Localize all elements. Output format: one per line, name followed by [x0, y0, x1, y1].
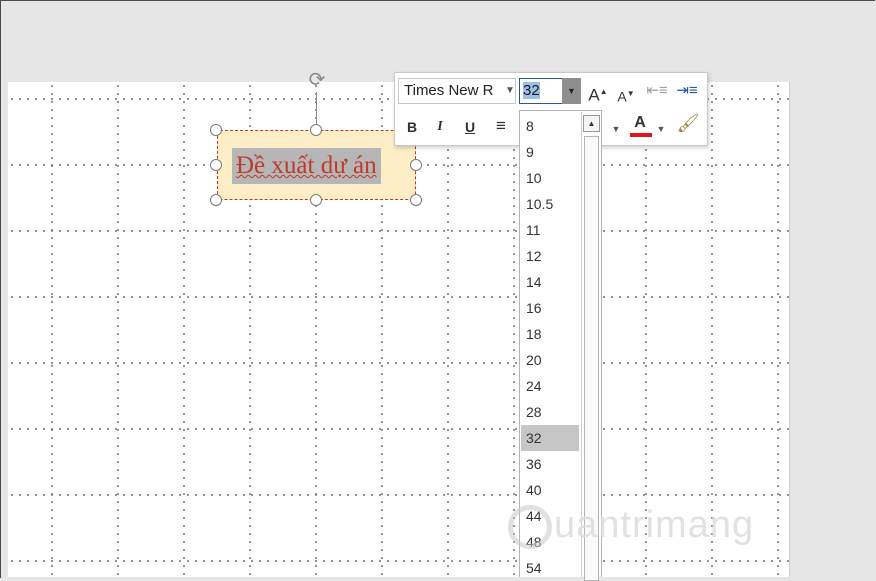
rotate-handle-icon[interactable]: ⟳ [306, 68, 328, 90]
font-size-option[interactable]: 11 [521, 217, 579, 243]
grow-font-button[interactable]: A▲ [588, 82, 608, 106]
scroll-up-arrow-icon[interactable]: ▲ [583, 115, 600, 132]
font-name-combobox[interactable]: Times New R [398, 78, 516, 104]
increase-indent-icon[interactable]: ⇥≡ [675, 81, 699, 101]
highlight-dropdown-icon[interactable]: ▼ [611, 119, 621, 139]
resize-handle-left[interactable] [210, 159, 222, 171]
format-painter-icon[interactable]: 🖌 [676, 113, 700, 133]
font-size-option[interactable]: 18 [521, 321, 579, 347]
font-size-option[interactable]: 36 [521, 451, 579, 477]
font-color-dropdown-icon[interactable]: ▼ [656, 119, 666, 139]
font-size-option[interactable]: 44 [521, 503, 579, 529]
font-size-input[interactable]: 32 [519, 78, 563, 104]
resize-handle-top[interactable] [310, 124, 322, 136]
font-size-option[interactable]: 9 [521, 139, 579, 165]
shrink-font-icon: A [617, 88, 627, 105]
font-size-option[interactable]: 24 [521, 373, 579, 399]
font-color-swatch [630, 133, 652, 137]
resize-handle-bottom-left[interactable] [210, 194, 222, 206]
text-box-content[interactable]: Đề xuất dự án [232, 148, 381, 184]
font-size-option[interactable]: 48 [521, 529, 579, 555]
font-size-option[interactable]: 54 [521, 555, 579, 577]
font-size-option[interactable]: 8 [521, 113, 579, 139]
font-size-dropdown-button[interactable]: ▼ [562, 78, 581, 104]
font-size-option[interactable]: 32 [521, 425, 579, 451]
resize-handle-top-left[interactable] [210, 124, 222, 136]
font-size-option[interactable]: 14 [521, 269, 579, 295]
grow-font-icon: A [588, 85, 600, 105]
resize-handle-bottom[interactable] [310, 194, 322, 206]
align-left-icon[interactable]: ≡ [490, 116, 512, 136]
font-size-option[interactable]: 12 [521, 243, 579, 269]
font-size-option[interactable]: 10 [521, 165, 579, 191]
font-name-dropdown-icon[interactable]: ▼ [505, 78, 515, 104]
italic-button[interactable]: I [432, 117, 448, 137]
font-color-button[interactable]: A [628, 114, 652, 132]
resize-handle-bottom-right[interactable] [410, 194, 422, 206]
font-size-option[interactable]: 10.5 [521, 191, 579, 217]
font-size-option[interactable]: 16 [521, 295, 579, 321]
decrease-indent-icon[interactable]: ⇤≡ [645, 81, 669, 101]
scroll-thumb[interactable] [584, 136, 599, 581]
font-size-value[interactable]: 32 [523, 82, 540, 99]
bold-button[interactable]: B [404, 117, 420, 137]
shrink-font-button[interactable]: A▼ [617, 84, 635, 107]
underline-button[interactable]: U [462, 117, 478, 137]
dropdown-scrollbar[interactable]: ▲ [581, 112, 601, 581]
font-size-option[interactable]: 40 [521, 477, 579, 503]
resize-handle-right[interactable] [410, 159, 422, 171]
font-size-option[interactable]: 28 [521, 399, 579, 425]
font-size-option[interactable]: 20 [521, 347, 579, 373]
